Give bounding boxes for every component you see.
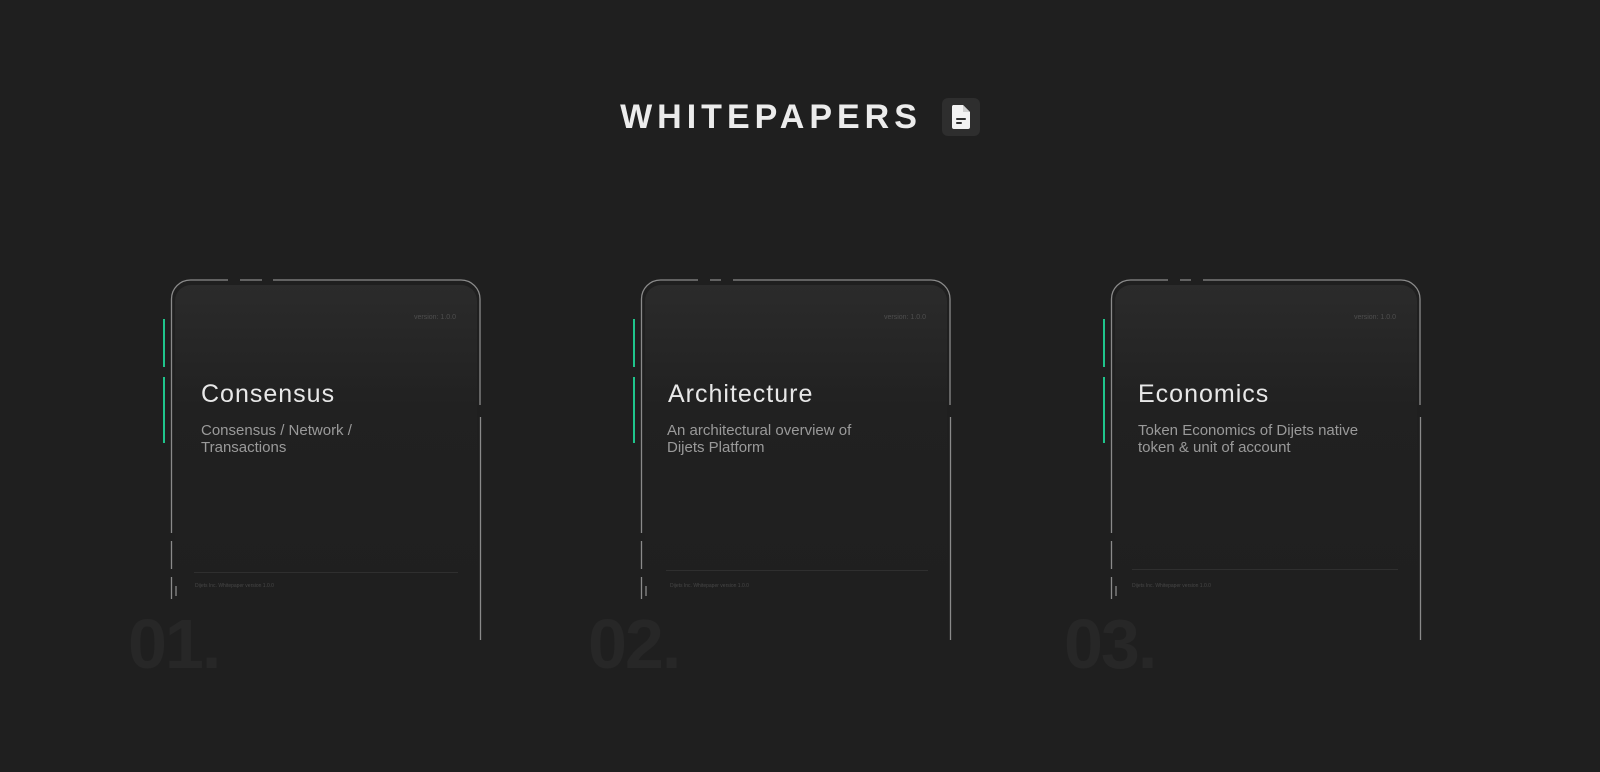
card-number: 02.: [588, 605, 681, 683]
whitepaper-card-consensus[interactable]: version: 1.0.0 Consensus Consensus / Net…: [163, 279, 482, 641]
card-title[interactable]: Architecture: [668, 380, 813, 409]
accent-bar: [163, 319, 165, 367]
card-divider: [666, 570, 928, 571]
page-title: WHITEPAPERS: [620, 98, 922, 136]
page: WHITEPAPERS version: 1.0.0 Consensus Con…: [0, 0, 1600, 772]
accent-bar: [1103, 377, 1105, 443]
version-label: version: 1.0.0: [413, 314, 456, 321]
whitepaper-card-architecture[interactable]: version: 1.0.0 Architecture An architect…: [633, 279, 952, 641]
accent-bar: [1103, 319, 1105, 367]
version-label: version: 1.0.0: [1353, 314, 1396, 321]
card-footer: Dijets Inc. Whitepaper version 1.0.0: [670, 583, 749, 589]
card-title[interactable]: Economics: [1138, 380, 1269, 409]
card-number: 01.: [128, 605, 221, 683]
card-description: Consensus / Network / Transactions: [201, 422, 352, 456]
accent-bar: [633, 377, 635, 443]
card-description: An architectural overview of Dijets Plat…: [667, 422, 852, 456]
card-divider: [1132, 569, 1398, 570]
card-divider: [194, 572, 458, 573]
card-number: 03.: [1064, 605, 1157, 683]
document-icon[interactable]: [941, 98, 980, 136]
whitepaper-card-economics[interactable]: version: 1.0.0 Economics Token Economics…: [1103, 279, 1422, 641]
card-footer: Dijets Inc. Whitepaper version 1.0.0: [195, 583, 274, 589]
version-label: version: 1.0.0: [883, 314, 926, 321]
card-title[interactable]: Consensus: [201, 380, 335, 409]
header: WHITEPAPERS: [0, 96, 1600, 138]
card-footer: Dijets Inc. Whitepaper version 1.0.0: [1132, 583, 1211, 589]
accent-bar: [633, 319, 635, 367]
accent-bar: [163, 377, 165, 443]
card-description: Token Economics of Dijets native token &…: [1138, 422, 1359, 456]
